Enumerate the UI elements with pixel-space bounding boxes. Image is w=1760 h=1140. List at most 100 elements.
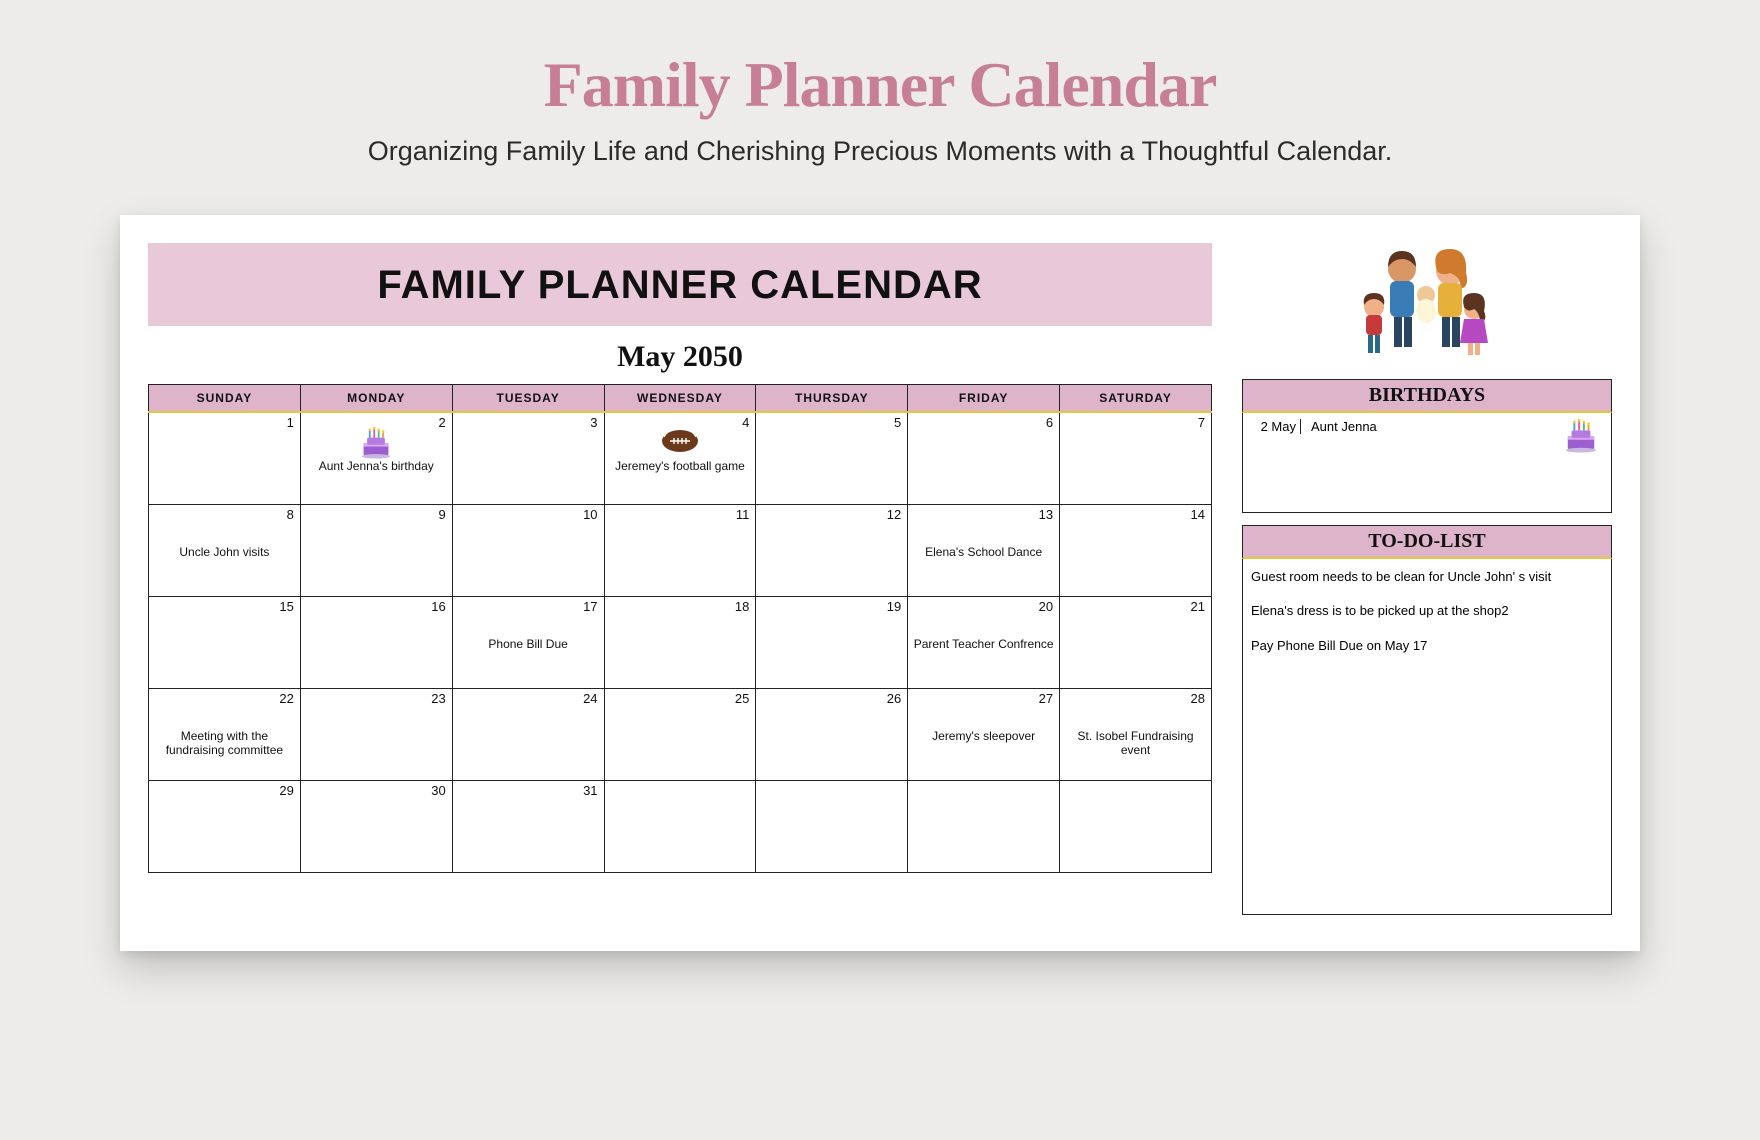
birthday-name: Aunt Jenna (1307, 419, 1603, 434)
day-number: 30 (431, 783, 445, 798)
day-number: 14 (1191, 507, 1205, 522)
calendar-cell: 14 (1060, 504, 1212, 596)
calendar-cell (1060, 780, 1212, 872)
calendar-cell: 2Aunt Jenna's birthday (300, 412, 452, 504)
day-number: 20 (1039, 599, 1053, 614)
day-number: 22 (279, 691, 293, 706)
calendar-event: Meeting with the fundraising committee (153, 729, 296, 758)
day-number: 17 (583, 599, 597, 614)
calendar-event: Elena's School Dance (912, 545, 1055, 559)
day-header: FRIDAY (908, 385, 1060, 413)
day-number: 28 (1191, 691, 1205, 706)
calendar-cell: 7 (1060, 412, 1212, 504)
todo-item: Guest room needs to be clean for Uncle J… (1251, 569, 1603, 585)
day-number: 25 (735, 691, 749, 706)
todo-item: Pay Phone Bill Due on May 17 (1251, 638, 1603, 654)
cake-icon (305, 427, 448, 462)
day-number: 21 (1191, 599, 1205, 614)
day-header: MONDAY (300, 385, 452, 413)
cake-icon (1561, 419, 1601, 456)
day-number: 5 (894, 415, 901, 430)
calendar-grid: SUNDAYMONDAYTUESDAYWEDNESDAYTHURSDAYFRID… (148, 384, 1212, 873)
day-header: WEDNESDAY (604, 385, 756, 413)
calendar-event: Jeremy's sleepover (912, 729, 1055, 743)
day-number: 12 (887, 507, 901, 522)
birthdays-box: 2 May Aunt Jenna (1242, 413, 1612, 513)
todo-item: Elena's dress is to be picked up at the … (1251, 603, 1603, 619)
day-header: TUESDAY (452, 385, 604, 413)
calendar-cell: 12 (756, 504, 908, 596)
day-number: 26 (887, 691, 901, 706)
calendar-cell: 10 (452, 504, 604, 596)
page-subtitle: Organizing Family Life and Cherishing Pr… (0, 136, 1760, 167)
calendar-event: Parent Teacher Confrence (912, 637, 1055, 651)
calendar-cell: 21 (1060, 596, 1212, 688)
calendar-cell: 22 Meeting with the fundraising committee (149, 688, 301, 780)
calendar-cell: 20 Parent Teacher Confrence (908, 596, 1060, 688)
page-title: Family Planner Calendar (0, 0, 1760, 122)
day-number: 9 (438, 507, 445, 522)
calendar-cell: 11 (604, 504, 756, 596)
calendar-cell: 30 (300, 780, 452, 872)
todo-box: Guest room needs to be clean for Uncle J… (1242, 559, 1612, 915)
day-number: 3 (590, 415, 597, 430)
calendar-cell: 27 Jeremy's sleepover (908, 688, 1060, 780)
calendar-cell: 29 (149, 780, 301, 872)
day-number: 18 (735, 599, 749, 614)
calendar-cell: 1 (149, 412, 301, 504)
day-number: 24 (583, 691, 597, 706)
calendar-cell: 3 (452, 412, 604, 504)
calendar-cell: 15 (149, 596, 301, 688)
todo-header: TO-DO-LIST (1242, 525, 1612, 559)
day-number: 6 (1046, 415, 1053, 430)
calendar-cell: 25 (604, 688, 756, 780)
calendar-cell: 6 (908, 412, 1060, 504)
day-number: 4 (742, 415, 749, 430)
calendar-cell (908, 780, 1060, 872)
calendar-event: St. Isobel Fundraising event (1064, 729, 1207, 758)
calendar-cell: 17 Phone Bill Due (452, 596, 604, 688)
day-number: 19 (887, 599, 901, 614)
calendar-cell (604, 780, 756, 872)
day-number: 10 (583, 507, 597, 522)
calendar-cell: 13 Elena's School Dance (908, 504, 1060, 596)
day-number: 27 (1039, 691, 1053, 706)
calendar-cell: 18 (604, 596, 756, 688)
day-number: 2 (438, 415, 445, 430)
day-number: 1 (287, 415, 294, 430)
day-number: 16 (431, 599, 445, 614)
planner-card: FAMILY PLANNER CALENDAR May 2050 SUNDAYM… (120, 215, 1640, 951)
birthday-row: 2 May Aunt Jenna (1251, 419, 1603, 434)
family-illustration (1242, 243, 1612, 373)
calendar-cell: 24 (452, 688, 604, 780)
football-icon (609, 427, 752, 458)
calendar-cell: 28 St. Isobel Fundraising event (1060, 688, 1212, 780)
calendar-cell: 5 (756, 412, 908, 504)
calendar-container: FAMILY PLANNER CALENDAR May 2050 SUNDAYM… (148, 243, 1212, 915)
birthdays-header: BIRTHDAYS (1242, 379, 1612, 413)
day-number: 13 (1039, 507, 1053, 522)
calendar-event: Jeremey's football game (609, 459, 752, 473)
calendar-event: Uncle John visits (153, 545, 296, 559)
calendar-cell (756, 780, 908, 872)
calendar-cell: 9 (300, 504, 452, 596)
day-header: THURSDAY (756, 385, 908, 413)
calendar-cell: 31 (452, 780, 604, 872)
day-number: 11 (736, 507, 750, 522)
calendar-cell: 23 (300, 688, 452, 780)
calendar-event: Phone Bill Due (457, 637, 600, 651)
birthday-date: 2 May (1251, 419, 1301, 434)
calendar-cell: 19 (756, 596, 908, 688)
calendar-cell: 26 (756, 688, 908, 780)
day-number: 23 (431, 691, 445, 706)
sidebar: BIRTHDAYS 2 May Aunt Jenna TO-DO-LIST Gu… (1242, 243, 1612, 915)
day-number: 29 (279, 783, 293, 798)
day-number: 7 (1198, 415, 1205, 430)
month-label: May 2050 (148, 340, 1212, 374)
day-number: 31 (583, 783, 597, 798)
day-number: 15 (279, 599, 293, 614)
day-header: SATURDAY (1060, 385, 1212, 413)
calendar-cell: 8Uncle John visits (149, 504, 301, 596)
calendar-cell: 4 Jeremey's football game (604, 412, 756, 504)
day-header: SUNDAY (149, 385, 301, 413)
